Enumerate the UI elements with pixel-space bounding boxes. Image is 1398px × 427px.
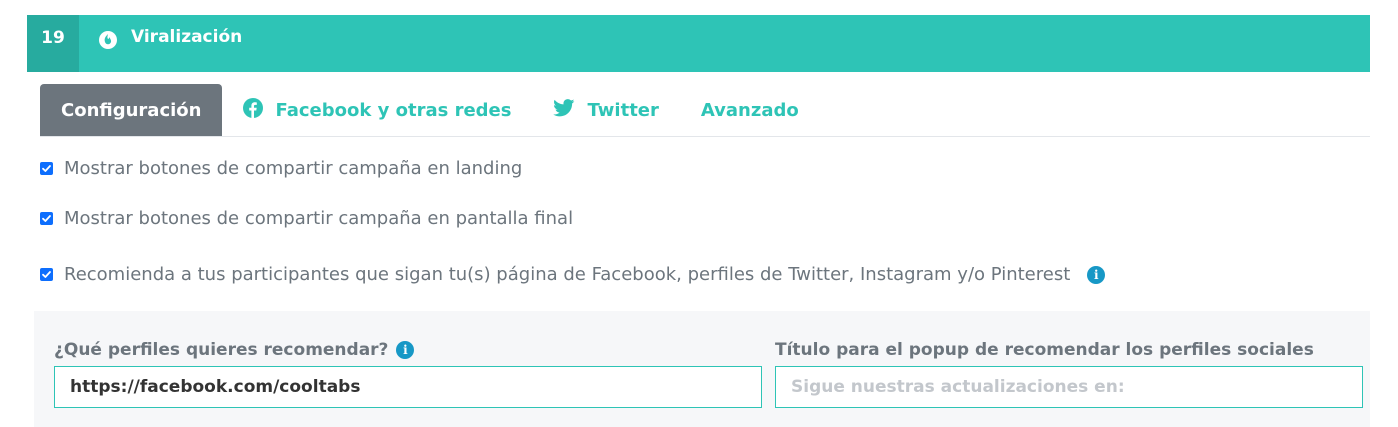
checkbox-recommend-profiles[interactable] xyxy=(40,268,53,281)
section-title-wrap: Viralización xyxy=(79,15,242,72)
step-number: 19 xyxy=(27,15,79,72)
profiles-input[interactable] xyxy=(54,366,762,408)
tab-bar: Configuración Facebook y otras redes Twi… xyxy=(40,84,1370,137)
fire-icon xyxy=(97,27,119,55)
checkbox-share-final[interactable] xyxy=(40,212,53,225)
tab-label: Twitter xyxy=(587,99,659,121)
tab-label: Avanzado xyxy=(700,99,799,121)
tab-label: Facebook y otras redes xyxy=(275,99,512,121)
info-icon[interactable]: i xyxy=(396,341,415,359)
option-share-final[interactable]: Mostrar botones de compartir campaña en … xyxy=(40,208,573,229)
option-recommend-profiles[interactable]: Recomienda a tus participantes que sigan… xyxy=(40,264,1106,285)
popup-title-input[interactable] xyxy=(775,366,1363,408)
section-header: 19 Viralización xyxy=(27,15,1370,72)
profiles-label-wrap: ¿Qué perfiles quieres recomendar? i xyxy=(54,340,415,360)
tab-facebook[interactable]: Facebook y otras redes xyxy=(222,84,532,136)
facebook-icon xyxy=(243,97,264,123)
info-icon[interactable]: i xyxy=(1087,265,1106,284)
option-label: Recomienda a tus participantes que sigan… xyxy=(64,264,1071,285)
tab-avanzado[interactable]: Avanzado xyxy=(680,84,820,136)
option-label: Mostrar botones de compartir campaña en … xyxy=(64,208,574,229)
checkbox-share-landing[interactable] xyxy=(40,162,53,175)
option-share-landing[interactable]: Mostrar botones de compartir campaña en … xyxy=(40,158,522,179)
tab-configuracion[interactable]: Configuración xyxy=(40,84,223,136)
twitter-icon xyxy=(553,98,575,122)
popup-title-label: Título para el popup de recomendar los p… xyxy=(775,340,1314,360)
section-title: Viralización xyxy=(131,27,243,47)
option-label: Mostrar botones de compartir campaña en … xyxy=(64,158,523,179)
tab-twitter[interactable]: Twitter xyxy=(532,84,679,136)
recommend-profiles-panel: ¿Qué perfiles quieres recomendar? i Títu… xyxy=(34,311,1370,427)
tab-label: Configuración xyxy=(61,99,202,121)
popup-title-label-wrap: Título para el popup de recomendar los p… xyxy=(775,340,1314,360)
profiles-label: ¿Qué perfiles quieres recomendar? xyxy=(54,340,389,360)
